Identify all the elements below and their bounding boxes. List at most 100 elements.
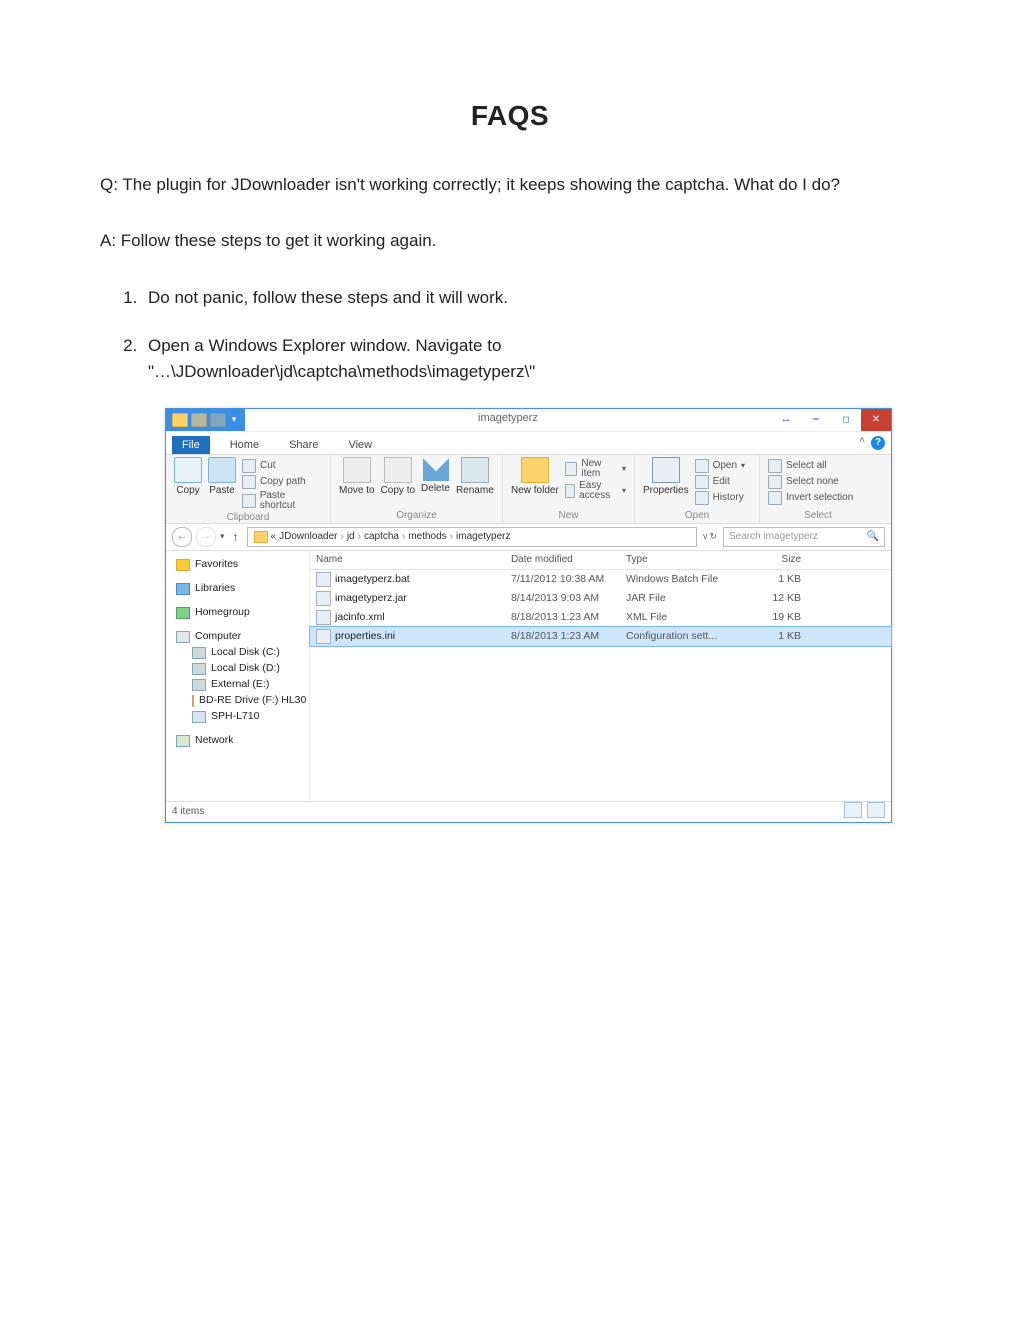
nav-drive[interactable]: BD-RE Drive (F:) HL30 — [170, 693, 305, 709]
history-button[interactable]: History — [695, 491, 745, 505]
paste-shortcut-button[interactable]: Paste shortcut — [242, 491, 322, 511]
copy-to-button[interactable]: Copy to — [381, 457, 415, 509]
disk-icon — [192, 647, 206, 659]
recent-locations-icon[interactable]: ▾ — [220, 532, 225, 541]
star-icon — [176, 559, 190, 571]
computer-icon — [176, 631, 190, 643]
maximize-button[interactable] — [831, 409, 861, 431]
cut-icon — [242, 459, 256, 473]
device-icon — [192, 711, 206, 723]
move-to-button[interactable]: Move to — [339, 457, 375, 509]
nav-homegroup[interactable]: Homegroup — [170, 605, 305, 621]
group-label-new: New — [511, 509, 626, 523]
file-row[interactable]: imagetyperz.bat 7/11/2012 10:38 AM Windo… — [310, 570, 891, 589]
breadcrumb-part[interactable]: methods — [408, 532, 446, 542]
column-header-name[interactable]: Name — [316, 555, 511, 565]
close-button[interactable] — [861, 409, 891, 431]
navigation-pane[interactable]: Favorites Libraries Homegroup Computer L… — [166, 551, 310, 801]
nav-drive[interactable]: Local Disk (C:) — [170, 645, 305, 661]
properties-icon — [652, 457, 680, 483]
view-switch[interactable] — [842, 802, 885, 821]
breadcrumb-part[interactable]: JDownloader — [279, 532, 337, 542]
network-icon — [176, 735, 190, 747]
open-button[interactable]: Open ▾ — [695, 459, 745, 473]
nav-back-button[interactable]: ← — [172, 527, 192, 547]
invert-selection-button[interactable]: Invert selection — [768, 491, 853, 505]
quick-access-toolbar[interactable]: ▾ — [166, 409, 245, 431]
refresh-icon[interactable]: ↻ — [709, 532, 717, 541]
copy-path-button[interactable]: Copy path — [242, 475, 322, 489]
explorer-window: ▾ imagetyperz ↔ File Home Share View ˄ ? — [165, 408, 892, 823]
paste-button[interactable]: Paste — [208, 457, 236, 511]
faq-answer-intro: A: Follow these steps to get it working … — [100, 228, 920, 254]
copy-path-icon — [242, 475, 256, 489]
new-item-button[interactable]: New item ▾ — [565, 459, 626, 479]
folder-icon — [210, 413, 226, 427]
folder-icon — [191, 413, 207, 427]
properties-button[interactable]: Properties — [643, 457, 689, 509]
select-none-icon — [768, 475, 782, 489]
copy-to-icon — [384, 457, 412, 483]
easy-access-icon — [565, 484, 575, 498]
new-item-icon — [565, 462, 578, 476]
cut-button[interactable]: Cut — [242, 459, 322, 473]
file-icon — [316, 591, 331, 606]
breadcrumb-history-icon[interactable]: v — [703, 532, 708, 541]
search-icon: 🔍 — [867, 532, 879, 542]
breadcrumb-part[interactable]: captcha — [364, 532, 399, 542]
nav-drive[interactable]: SPH-L710 — [170, 709, 305, 725]
file-icon — [316, 572, 331, 587]
tab-view[interactable]: View — [338, 436, 382, 454]
nav-drive[interactable]: Local Disk (D:) — [170, 661, 305, 677]
delete-icon — [423, 457, 449, 481]
details-view-icon[interactable] — [844, 802, 862, 818]
tab-file[interactable]: File — [172, 436, 210, 454]
minimize-button[interactable] — [801, 409, 831, 431]
group-label-select: Select — [768, 509, 868, 523]
folder-icon — [254, 531, 268, 543]
easy-access-button[interactable]: Easy access ▾ — [565, 481, 626, 501]
new-folder-button[interactable]: New folder — [511, 457, 559, 509]
rename-button[interactable]: Rename — [456, 457, 494, 509]
homegroup-icon — [176, 607, 190, 619]
nav-forward-button[interactable]: → — [196, 527, 216, 547]
copy-button[interactable]: Copy — [174, 457, 202, 511]
nav-network[interactable]: Network — [170, 733, 305, 749]
nav-libraries[interactable]: Libraries — [170, 581, 305, 597]
select-all-button[interactable]: Select all — [768, 459, 853, 473]
nav-up-button[interactable]: ↑ — [229, 531, 243, 543]
breadcrumb-part[interactable]: imagetyperz — [456, 532, 510, 542]
disk-icon — [192, 663, 206, 675]
libraries-icon — [176, 583, 190, 595]
nav-computer[interactable]: Computer — [170, 629, 305, 645]
edit-button[interactable]: Edit — [695, 475, 745, 489]
search-input[interactable]: Search imagetyperz 🔍 — [723, 527, 885, 547]
column-header-type[interactable]: Type — [626, 555, 741, 565]
file-row[interactable]: imagetyperz.jar 8/14/2013 9:03 AM JAR Fi… — [310, 589, 891, 608]
file-row[interactable]: jacinfo.xml 8/18/2013 1:23 AM XML File 1… — [310, 608, 891, 627]
select-all-icon — [768, 459, 782, 473]
column-header-size[interactable]: Size — [741, 555, 801, 565]
step-2-line1: Open a Windows Explorer window. Navigate… — [148, 336, 501, 355]
tiles-view-icon[interactable] — [867, 802, 885, 818]
nav-favorites[interactable]: Favorites — [170, 557, 305, 573]
copy-icon — [174, 457, 202, 483]
move-arrows-icon[interactable]: ↔ — [771, 409, 801, 431]
invert-selection-icon — [768, 491, 782, 505]
file-row[interactable]: properties.ini 8/18/2013 1:23 AM Configu… — [310, 627, 891, 646]
ribbon-collapse-icon[interactable]: ˄ — [859, 436, 865, 446]
breadcrumb-part[interactable]: jd — [347, 532, 355, 542]
column-header-date[interactable]: Date modified — [511, 555, 626, 565]
tab-share[interactable]: Share — [279, 436, 328, 454]
step-2-path: "…\JDownloader\jd\captcha\methods\imaget… — [148, 362, 535, 381]
file-list[interactable]: Name Date modified Type Size imagetyperz… — [310, 551, 891, 801]
nav-drive[interactable]: External (E:) — [170, 677, 305, 693]
faq-question: Q: The plugin for JDownloader isn't work… — [100, 172, 920, 198]
tab-home[interactable]: Home — [220, 436, 269, 454]
select-none-button[interactable]: Select none — [768, 475, 853, 489]
help-icon[interactable]: ? — [871, 436, 885, 450]
delete-button[interactable]: Delete — [421, 457, 450, 509]
qat-dropdown-icon[interactable]: ▾ — [229, 415, 239, 424]
breadcrumb[interactable]: « JDownloader› jd› captcha› methods› ima… — [247, 527, 697, 547]
file-icon — [316, 629, 331, 644]
